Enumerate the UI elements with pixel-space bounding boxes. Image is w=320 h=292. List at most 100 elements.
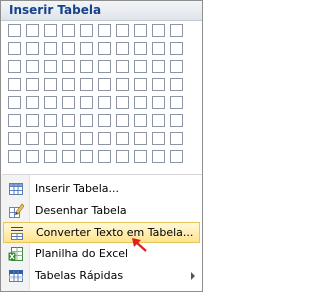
submenu-arrow-icon [191, 272, 195, 280]
grid-cell[interactable] [62, 42, 75, 55]
draw-table-icon [8, 203, 24, 219]
grid-cell[interactable] [44, 114, 57, 127]
grid-cell[interactable] [44, 132, 57, 145]
grid-cell[interactable] [8, 78, 21, 91]
grid-cell[interactable] [116, 96, 129, 109]
grid-cell[interactable] [62, 96, 75, 109]
grid-cell[interactable] [152, 114, 165, 127]
grid-cell[interactable] [26, 78, 39, 91]
grid-cell[interactable] [62, 132, 75, 145]
grid-cell[interactable] [152, 42, 165, 55]
grid-cell[interactable] [44, 150, 57, 163]
grid-cell[interactable] [116, 42, 129, 55]
grid-cell[interactable] [98, 132, 111, 145]
grid-cell[interactable] [80, 60, 93, 73]
grid-cell[interactable] [170, 96, 183, 109]
grid-cell[interactable] [98, 114, 111, 127]
grid-cell[interactable] [98, 150, 111, 163]
grid-cell[interactable] [152, 78, 165, 91]
grid-cell[interactable] [152, 24, 165, 37]
grid-cell[interactable] [116, 132, 129, 145]
grid-cell[interactable] [44, 78, 57, 91]
menu-header: Inserir Tabela [1, 1, 202, 21]
grid-cell[interactable] [44, 42, 57, 55]
grid-cell[interactable] [98, 60, 111, 73]
grid-cell[interactable] [44, 60, 57, 73]
grid-cell[interactable] [26, 114, 39, 127]
menu-item-quick-tables[interactable]: Tabelas Rápidas [2, 265, 202, 287]
grid-cell[interactable] [26, 96, 39, 109]
grid-cell[interactable] [134, 60, 147, 73]
insert-table-icon [8, 181, 24, 197]
grid-cell[interactable] [62, 78, 75, 91]
grid-cell[interactable] [62, 114, 75, 127]
grid-cell[interactable] [80, 24, 93, 37]
grid-cell[interactable] [8, 42, 21, 55]
grid-cell[interactable] [80, 96, 93, 109]
grid-cell[interactable] [8, 24, 21, 37]
grid-cell[interactable] [80, 114, 93, 127]
grid-cell[interactable] [134, 78, 147, 91]
menu-item-label: Inserir Tabela... [35, 182, 119, 195]
grid-cell[interactable] [170, 60, 183, 73]
grid-cell[interactable] [26, 24, 39, 37]
grid-cell[interactable] [134, 96, 147, 109]
grid-cell[interactable] [152, 96, 165, 109]
grid-cell[interactable] [80, 78, 93, 91]
grid-cell[interactable] [98, 42, 111, 55]
menu-item-draw-table[interactable]: Desenhar Tabela [2, 200, 202, 222]
grid-cell[interactable] [62, 60, 75, 73]
grid-cell[interactable] [134, 150, 147, 163]
grid-cell[interactable] [8, 96, 21, 109]
grid-cell[interactable] [80, 132, 93, 145]
grid-cell[interactable] [134, 114, 147, 127]
grid-cell[interactable] [8, 114, 21, 127]
grid-cell[interactable] [62, 24, 75, 37]
grid-cell[interactable] [134, 132, 147, 145]
grid-cell[interactable] [134, 42, 147, 55]
grid-cell[interactable] [152, 60, 165, 73]
grid-cell[interactable] [170, 150, 183, 163]
grid-cell[interactable] [116, 60, 129, 73]
grid-cell[interactable] [80, 42, 93, 55]
grid-cell[interactable] [170, 78, 183, 91]
menu-item-label: Planilha do Excel [35, 247, 129, 260]
grid-cell[interactable] [8, 60, 21, 73]
grid-cell[interactable] [116, 78, 129, 91]
table-size-grid[interactable] [8, 24, 183, 163]
grid-cell[interactable] [26, 150, 39, 163]
grid-cell[interactable] [170, 114, 183, 127]
grid-cell[interactable] [152, 150, 165, 163]
grid-cell[interactable] [26, 60, 39, 73]
grid-cell[interactable] [26, 132, 39, 145]
grid-cell[interactable] [62, 150, 75, 163]
grid-cell[interactable] [98, 24, 111, 37]
menu-item-label: Desenhar Tabela [35, 204, 127, 217]
grid-cell[interactable] [8, 132, 21, 145]
grid-cell[interactable] [26, 42, 39, 55]
grid-cell[interactable] [44, 24, 57, 37]
menu-item-excel-spreadsheet[interactable]: Planilha do Excel [2, 243, 202, 265]
grid-cell[interactable] [80, 150, 93, 163]
menu-separator [2, 174, 202, 175]
excel-spreadsheet-icon [8, 246, 24, 262]
grid-cell[interactable] [152, 132, 165, 145]
pointer-arrow-icon [132, 238, 147, 252]
menu-item-convert-text-to-table[interactable]: Converter Texto em Tabela... [3, 222, 200, 243]
menu-item-insert-table[interactable]: Inserir Tabela... [2, 178, 202, 200]
grid-cell[interactable] [116, 150, 129, 163]
grid-cell[interactable] [8, 150, 21, 163]
menu-items: Inserir Tabela... Desenhar Tabela Conver… [2, 178, 202, 287]
insert-table-menu: Inserir Tabela Inserir Tabela... Desenha… [0, 0, 203, 292]
grid-cell[interactable] [134, 24, 147, 37]
grid-cell[interactable] [116, 114, 129, 127]
grid-cell[interactable] [170, 24, 183, 37]
grid-cell[interactable] [98, 78, 111, 91]
grid-cell[interactable] [116, 24, 129, 37]
quick-tables-icon [8, 268, 24, 284]
grid-cell[interactable] [170, 132, 183, 145]
grid-cell[interactable] [44, 96, 57, 109]
menu-item-label: Tabelas Rápidas [35, 269, 124, 282]
grid-cell[interactable] [170, 42, 183, 55]
grid-cell[interactable] [98, 96, 111, 109]
